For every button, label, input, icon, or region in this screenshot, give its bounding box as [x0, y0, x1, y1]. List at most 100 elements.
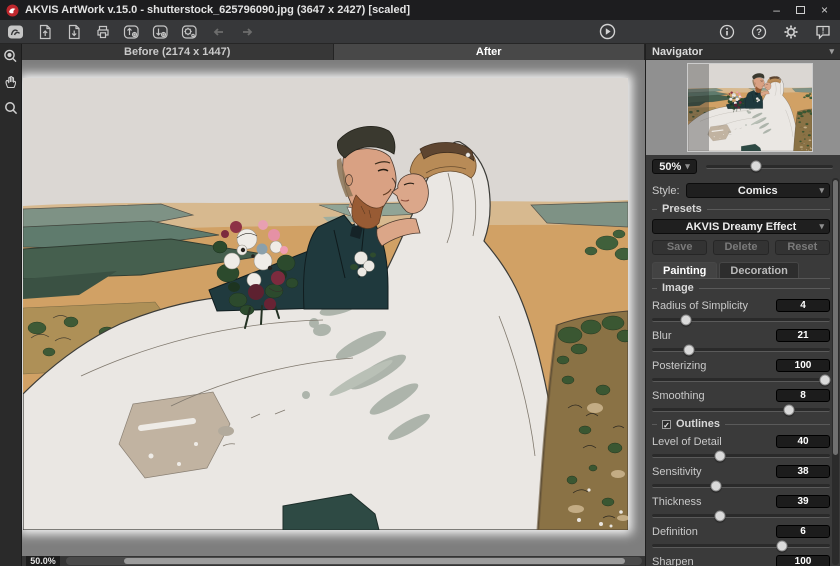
- export-presets-button[interactable]: [149, 22, 172, 42]
- navigator-preview-area[interactable]: [646, 60, 840, 155]
- quick-preview-tool[interactable]: [2, 47, 20, 65]
- maximize-button[interactable]: [796, 6, 805, 14]
- window-title: AKVIS ArtWork v.15.0 - shutterstock_6257…: [25, 4, 410, 16]
- slider-handle[interactable]: [784, 404, 795, 415]
- slider-track[interactable]: [652, 544, 830, 548]
- minimize-button[interactable]: –: [773, 1, 780, 19]
- slider-value-box[interactable]: 100: [776, 555, 830, 566]
- slider-track[interactable]: [652, 514, 830, 518]
- tab-painting[interactable]: Painting: [652, 262, 717, 278]
- horizontal-scrollbar-thumb[interactable]: [124, 558, 625, 564]
- slider-value-box[interactable]: 40: [776, 435, 830, 448]
- akvis-logo-icon: [7, 24, 24, 40]
- slider-handle[interactable]: [776, 540, 787, 551]
- hand-tool[interactable]: [2, 73, 20, 91]
- slider-track[interactable]: [652, 348, 830, 352]
- slider-sensitivity: Sensitivity 38: [652, 464, 830, 488]
- slider-label: Thickness: [652, 496, 702, 508]
- open-file-icon: [37, 24, 53, 40]
- run-processing-button[interactable]: [596, 22, 619, 42]
- slider-value-box[interactable]: 8: [776, 389, 830, 402]
- slider-value-box[interactable]: 100: [776, 359, 830, 372]
- save-file-icon: [66, 24, 82, 40]
- feedback-bubble-icon: !: [815, 24, 831, 40]
- style-label: Style:: [652, 185, 680, 197]
- slider-value-box[interactable]: 4: [776, 299, 830, 312]
- left-tool-strip: [0, 44, 22, 566]
- tab-after[interactable]: After: [334, 44, 646, 60]
- presets-group-title: Presets: [652, 203, 830, 215]
- titlebar: AKVIS ArtWork v.15.0 - shutterstock_6257…: [0, 0, 840, 20]
- feedback-button[interactable]: !: [811, 22, 834, 42]
- style-dropdown[interactable]: Comics ▾: [686, 183, 830, 198]
- outlines-checkbox[interactable]: ✓: [662, 420, 671, 429]
- zoom-level-dropdown[interactable]: 50% ▾: [652, 159, 697, 174]
- save-preset-button[interactable]: Save: [652, 240, 707, 255]
- slider-value-box[interactable]: 38: [776, 465, 830, 478]
- reset-preset-button[interactable]: Reset: [775, 240, 830, 255]
- slider-track[interactable]: [652, 318, 830, 322]
- import-presets-button[interactable]: [120, 22, 143, 42]
- svg-text:!: !: [821, 25, 824, 35]
- redo-button[interactable]: [236, 22, 259, 42]
- open-image-button[interactable]: [33, 22, 56, 42]
- help-icon: ?: [751, 24, 767, 40]
- slider-track[interactable]: [652, 454, 830, 458]
- slider-label: Sharpen: [652, 556, 694, 566]
- zoom-slider[interactable]: [706, 165, 833, 169]
- navigator-thumbnail[interactable]: [688, 64, 812, 151]
- preset-dropdown[interactable]: AKVIS Dreamy Effect ▾: [652, 219, 830, 234]
- canvas-zoom-readout: 50.0%: [26, 556, 60, 566]
- info-icon: [719, 24, 735, 40]
- toolbar: ? !: [0, 20, 840, 44]
- image-canvas[interactable]: [22, 60, 645, 556]
- navigator-title: Navigator: [652, 46, 703, 58]
- slider-label: Level of Detail: [652, 436, 722, 448]
- slider-smoothing: Smoothing 8: [652, 388, 830, 412]
- app-workspace-button[interactable]: [4, 22, 27, 42]
- slider-value-box[interactable]: 21: [776, 329, 830, 342]
- slider-value-box[interactable]: 6: [776, 525, 830, 538]
- slider-handle[interactable]: [819, 374, 830, 385]
- slider-track[interactable]: [652, 408, 830, 412]
- horizontal-scrollbar[interactable]: [66, 557, 642, 565]
- settings-tabbar: Painting Decoration: [652, 262, 830, 279]
- slider-handle[interactable]: [714, 450, 725, 461]
- slider-handle[interactable]: [711, 480, 722, 491]
- slider-label: Radius of Simplicity: [652, 300, 748, 312]
- gear-icon: [783, 24, 799, 40]
- preferences-button[interactable]: [779, 22, 802, 42]
- zoom-tool[interactable]: [2, 99, 20, 117]
- about-button[interactable]: [715, 22, 738, 42]
- batch-processing-button[interactable]: [178, 22, 201, 42]
- undo-button[interactable]: [207, 22, 230, 42]
- slider-posterizing: Posterizing 100: [652, 358, 830, 382]
- tab-decoration[interactable]: Decoration: [719, 262, 798, 278]
- hand-icon: [3, 74, 19, 90]
- effect-settings: Style: Comics ▾ Presets AKVIS Dreamy Eff…: [646, 178, 840, 566]
- print-button[interactable]: [91, 22, 114, 42]
- panel-scrollbar-thumb[interactable]: [833, 180, 838, 455]
- chevron-down-icon: ▾: [829, 46, 834, 57]
- panel-scrollbar[interactable]: [832, 178, 839, 565]
- chevron-down-icon: ▾: [819, 221, 824, 232]
- slider-level-of-detail: Level of Detail 40: [652, 434, 830, 458]
- slider-handle[interactable]: [680, 314, 691, 325]
- tab-before[interactable]: Before (2174 x 1447): [22, 44, 334, 60]
- slider-value-box[interactable]: 39: [776, 495, 830, 508]
- help-button[interactable]: ?: [747, 22, 770, 42]
- zoom-slider-handle[interactable]: [750, 161, 761, 172]
- slider-track[interactable]: [652, 484, 830, 488]
- slider-sharpen: Sharpen 100: [652, 554, 830, 566]
- slider-track[interactable]: [652, 378, 830, 382]
- slider-thickness: Thickness 39: [652, 494, 830, 518]
- outlines-group-header: ✓ Outlines: [652, 418, 830, 430]
- slider-handle[interactable]: [714, 510, 725, 521]
- save-image-button[interactable]: [62, 22, 85, 42]
- akvis-artwork-window: AKVIS ArtWork v.15.0 - shutterstock_6257…: [0, 0, 840, 566]
- slider-handle[interactable]: [684, 344, 695, 355]
- delete-preset-button[interactable]: Delete: [713, 240, 768, 255]
- close-button[interactable]: ×: [821, 1, 828, 19]
- play-icon: [599, 23, 616, 40]
- navigator-header[interactable]: Navigator ▾: [646, 44, 840, 60]
